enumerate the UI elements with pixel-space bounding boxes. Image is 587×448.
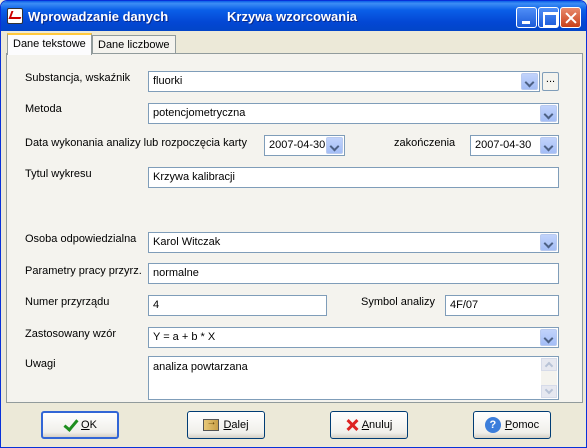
uwagi-value: analiza powtarzana	[153, 361, 248, 373]
chevron-down-icon[interactable]	[540, 329, 557, 346]
data-start-label: Data wykonania analizy lub rozpoczęcia k…	[25, 137, 247, 149]
uwagi-scrollbar[interactable]	[541, 358, 557, 398]
dialog-window: Wprowadzanie danych Krzywa wzorcowania D…	[0, 0, 587, 448]
check-icon	[63, 419, 77, 431]
data-end-label: zakończenia	[394, 137, 456, 149]
symbol-input[interactable]: 4F/07	[445, 295, 559, 316]
substancja-value: fluorki	[153, 75, 183, 87]
wzor-label: Zastosowany wzór	[25, 328, 117, 340]
chevron-down-icon[interactable]	[326, 137, 343, 154]
parametry-input[interactable]: normalne	[148, 263, 559, 284]
tytul-input[interactable]: Krzywa kalibracji	[148, 167, 559, 188]
dalej-button-label: Dalej	[223, 419, 249, 431]
browse-button[interactable]: ...	[542, 72, 559, 91]
chevron-down-icon[interactable]	[540, 137, 557, 154]
data-start-picker[interactable]: 2007-04-30	[264, 135, 345, 156]
metoda-combo[interactable]: potencjometryczna	[148, 103, 559, 124]
tab-dane-tekstowe[interactable]: Dane tekstowe	[7, 33, 92, 55]
ok-button-label: OK	[81, 419, 97, 431]
ok-button[interactable]: OK	[41, 411, 119, 439]
uwagi-label: Uwagi	[25, 358, 56, 370]
data-end-picker[interactable]: 2007-04-30	[470, 135, 559, 156]
close-button[interactable]	[560, 7, 581, 28]
chevron-down-icon[interactable]	[521, 73, 538, 90]
x-icon	[346, 419, 358, 431]
tytul-label: Tytul wykresu	[25, 168, 92, 180]
wzor-combo[interactable]: Y = a + b * X	[148, 327, 559, 348]
osoba-value: Karol Witczak	[153, 236, 221, 248]
door-exit-icon	[203, 417, 220, 431]
anuluj-button-label: Anuluj	[361, 419, 393, 431]
pomoc-button[interactable]: ? Pomoc	[473, 411, 551, 439]
tab-dane-liczbowe[interactable]: Dane liczbowe	[92, 35, 176, 55]
metoda-label: Metoda	[25, 103, 62, 115]
data-start-value: 2007-04-30	[269, 139, 326, 151]
window-subtitle: Krzywa wzorcowania	[227, 9, 358, 24]
scroll-up-icon[interactable]	[541, 358, 557, 371]
uwagi-textarea[interactable]: analiza powtarzana	[148, 356, 559, 400]
scroll-down-icon[interactable]	[541, 385, 557, 398]
wzor-value: Y = a + b * X	[153, 331, 216, 343]
osoba-combo[interactable]: Karol Witczak	[148, 232, 559, 253]
chevron-down-icon[interactable]	[540, 105, 557, 122]
pomoc-button-label: Pomoc	[504, 419, 540, 431]
osoba-label: Osoba odpowiedzialna	[25, 233, 137, 245]
maximize-button[interactable]	[538, 7, 559, 28]
data-end-value: 2007-04-30	[475, 139, 532, 151]
title-bar[interactable]: Wprowadzanie danych Krzywa wzorcowania	[1, 1, 586, 31]
parametry-label: Parametry pracy przyrz.	[25, 265, 142, 277]
substancja-combo[interactable]: fluorki	[148, 71, 540, 92]
numer-input[interactable]: 4	[148, 295, 327, 316]
anuluj-button[interactable]: Anuluj	[330, 411, 408, 439]
symbol-label: Symbol analizy	[361, 296, 435, 308]
app-icon	[7, 8, 23, 24]
dalej-button[interactable]: Dalej	[187, 411, 265, 439]
window-title: Wprowadzanie danych	[28, 9, 169, 24]
substancja-label: Substancja, wskaźnik	[25, 72, 131, 84]
chevron-down-icon[interactable]	[540, 234, 557, 251]
metoda-value: potencjometryczna	[153, 107, 246, 119]
minimize-button[interactable]	[516, 7, 537, 28]
numer-label: Numer przyrządu	[25, 296, 110, 308]
help-icon: ?	[484, 417, 501, 433]
